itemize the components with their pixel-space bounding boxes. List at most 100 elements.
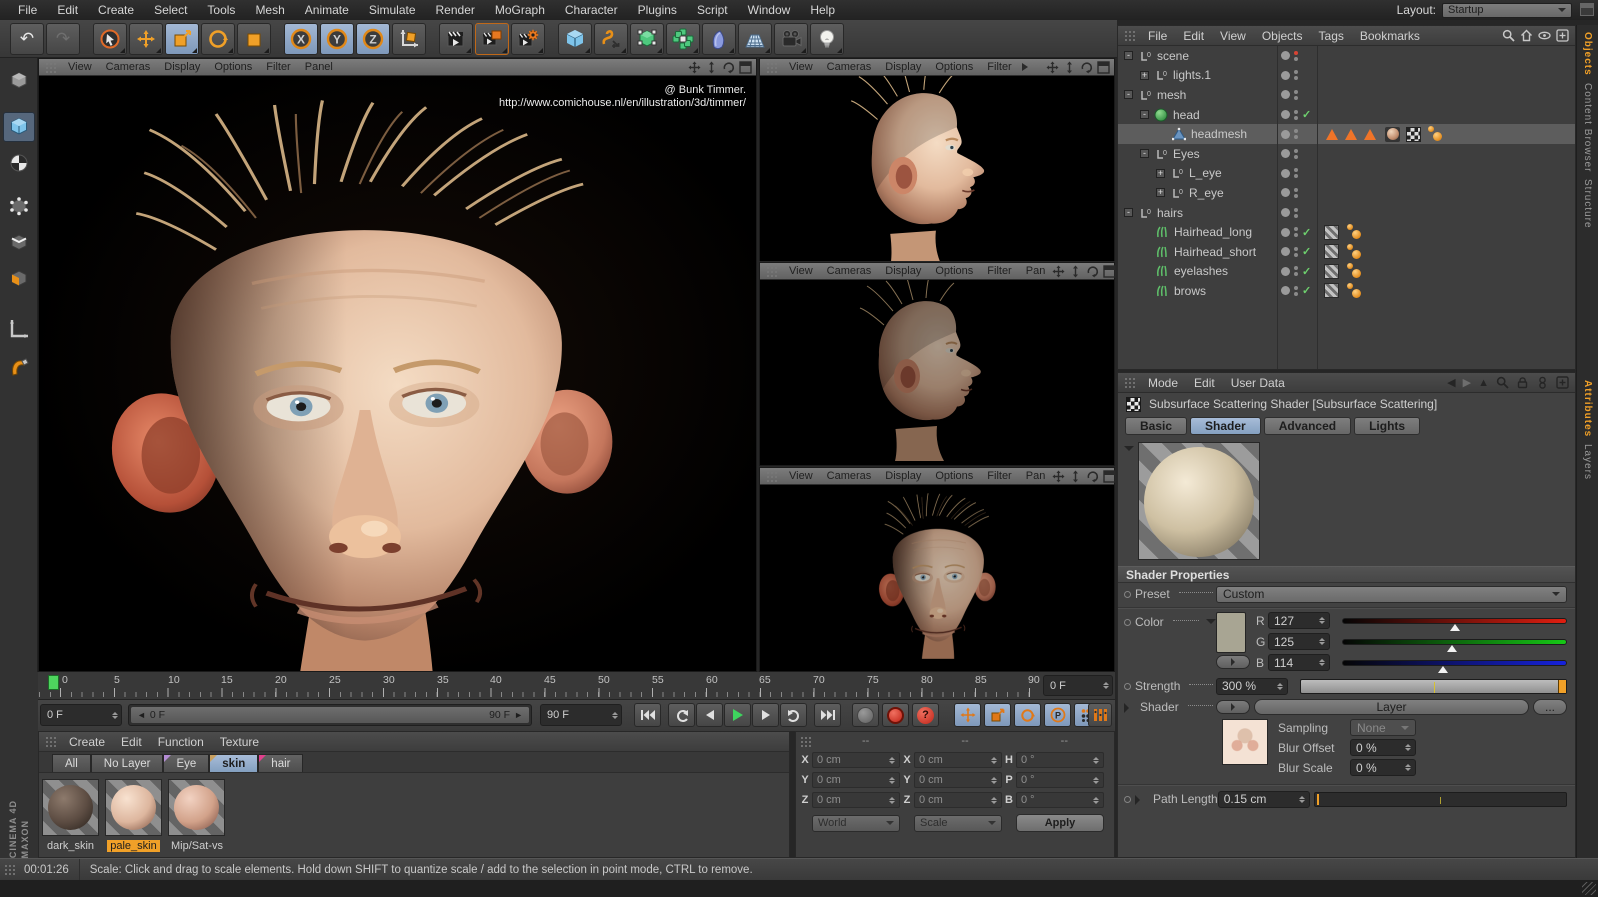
om-menu-file[interactable]: File — [1140, 29, 1175, 43]
toggle-view-icon[interactable] — [1103, 469, 1117, 483]
position-y-field[interactable]: 0 cm — [812, 772, 900, 788]
tree-row-hairhead-long[interactable]: Hairhead_long ✓ — [1118, 222, 1575, 242]
menu-plugins[interactable]: Plugins — [628, 3, 687, 17]
hair-tag[interactable] — [1346, 224, 1363, 240]
viewport-right-top[interactable]: View Cameras Display Options Filter — [759, 58, 1115, 261]
tree-row-r-eye[interactable]: + 0 R_eye — [1118, 183, 1575, 203]
rotate-view-icon[interactable] — [1086, 470, 1099, 483]
g-slider[interactable] — [1342, 638, 1567, 652]
viewport-menu-options[interactable]: Options — [928, 470, 980, 482]
material-thumbnail[interactable] — [105, 779, 162, 836]
viewport-menu-display[interactable]: Display — [157, 61, 207, 73]
phong-tag[interactable] — [1427, 126, 1444, 142]
coordinate-system-button[interactable] — [392, 22, 426, 55]
spinner[interactable] — [1271, 680, 1286, 693]
size-mode-dropdown[interactable]: Scale — [914, 814, 1002, 832]
hair-material-tag[interactable] — [1324, 283, 1339, 299]
viewport-canvas[interactable] — [760, 280, 1114, 465]
tree-row-eyelashes[interactable]: eyelashes ✓ — [1118, 262, 1575, 282]
layer-tab-hair[interactable]: hair — [258, 754, 304, 772]
viewport-menu-pan[interactable]: Pan — [1019, 265, 1053, 277]
render-settings-button[interactable] — [511, 22, 545, 55]
tab-advanced[interactable]: Advanced — [1263, 417, 1352, 435]
link-icon[interactable] — [1536, 376, 1549, 389]
visibility-dot[interactable] — [1281, 90, 1290, 100]
previous-frame-button[interactable] — [696, 703, 723, 727]
tree-row-brows[interactable]: brows ✓ — [1118, 281, 1575, 301]
viewport-menu-options[interactable]: Options — [928, 61, 980, 73]
keyframe-selection-button[interactable]: ? — [912, 703, 939, 727]
add-floor-button[interactable] — [738, 22, 772, 55]
size-y-field[interactable]: 0 cm — [914, 772, 1002, 788]
spinner[interactable] — [1313, 614, 1328, 627]
sampling-dropdown[interactable]: None — [1350, 719, 1416, 736]
menu-create[interactable]: Create — [88, 3, 144, 17]
tab-layers[interactable]: Layers — [1582, 444, 1593, 480]
visibility-dot[interactable] — [1281, 168, 1290, 178]
layer-tab-eye[interactable]: Eye — [163, 754, 210, 772]
viewport-canvas[interactable] — [760, 485, 1114, 670]
pan-view-icon[interactable] — [1052, 265, 1065, 278]
strength-slider[interactable] — [1300, 678, 1567, 694]
search-icon[interactable] — [1496, 376, 1509, 389]
edge-mode-button[interactable] — [3, 228, 35, 258]
spinner[interactable] — [1087, 794, 1102, 807]
viewport-menu-view[interactable]: View — [782, 265, 820, 277]
current-frame-field[interactable]: 0 F — [1043, 675, 1113, 696]
menu-simulate[interactable]: Simulate — [359, 3, 426, 17]
tree-row-headmesh[interactable]: headmesh — [1118, 124, 1575, 144]
position-z-field[interactable]: 0 cm — [812, 792, 900, 808]
rotate-view-icon[interactable] — [1086, 265, 1099, 278]
hair-tag[interactable] — [1346, 282, 1363, 299]
collapse-toggle[interactable]: - — [1140, 149, 1149, 159]
mat-menu-texture[interactable]: Texture — [212, 735, 267, 749]
menu-window[interactable]: Window — [738, 3, 801, 17]
spinner[interactable] — [1097, 679, 1112, 692]
layer-tab-no-layer[interactable]: No Layer — [90, 754, 164, 772]
shader-expand-icon[interactable] — [1124, 703, 1134, 713]
layer-shader-thumbnail[interactable] — [1222, 719, 1268, 765]
expand-toggle[interactable]: + — [1156, 168, 1165, 178]
material-mip-sat[interactable]: Mip/Sat-vs — [168, 779, 225, 854]
polygon-mode-button[interactable] — [3, 264, 35, 294]
redo-button[interactable]: ↷ — [46, 22, 80, 55]
viewport-canvas[interactable]: @ Bunk Timmer. http://www.comichouse.nl/… — [39, 76, 756, 671]
collapse-toggle[interactable]: - — [1124, 90, 1133, 100]
key-rotation-button[interactable] — [1014, 703, 1041, 727]
rotation-p-field[interactable]: 0 ° — [1016, 772, 1104, 788]
hair-material-tag[interactable] — [1324, 224, 1339, 240]
tree-row-hairhead-short[interactable]: Hairhead_short ✓ — [1118, 242, 1575, 262]
range-right-arrow-icon[interactable]: ► — [514, 710, 523, 720]
visibility-dot[interactable] — [1281, 227, 1290, 237]
size-x-field[interactable]: 0 cm — [914, 752, 1002, 768]
panel-grip[interactable] — [45, 736, 57, 747]
g-value-field[interactable]: 125 — [1268, 633, 1330, 650]
tab-basic[interactable]: Basic — [1125, 417, 1188, 435]
rotation-b-field[interactable]: 0 ° — [1016, 792, 1104, 808]
frame-input-field[interactable]: 0 F — [40, 704, 122, 726]
render-view-button[interactable] — [439, 22, 473, 55]
viewport-menu-filter[interactable]: Filter — [980, 61, 1018, 73]
shader-pill[interactable] — [1216, 700, 1250, 714]
mat-menu-create[interactable]: Create — [61, 735, 113, 749]
spinner[interactable] — [1399, 741, 1414, 754]
model-mode-button[interactable] — [2, 112, 35, 142]
menu-character[interactable]: Character — [555, 3, 628, 17]
apply-button[interactable]: Apply — [1016, 814, 1104, 832]
key-position-button[interactable] — [954, 703, 981, 727]
tab-shader[interactable]: Shader — [1190, 417, 1261, 435]
pan-view-icon[interactable] — [1052, 470, 1065, 483]
toggle-view-icon[interactable] — [1097, 60, 1110, 74]
resize-grip[interactable] — [1582, 882, 1596, 895]
menu-help[interactable]: Help — [800, 3, 845, 17]
spinner[interactable] — [1087, 774, 1102, 787]
eye-icon[interactable] — [1538, 29, 1551, 42]
viewport-right-bottom[interactable]: View Cameras Display Options Filter Pan — [759, 467, 1117, 672]
add-light-button[interactable] — [810, 22, 844, 55]
tab-objects[interactable]: Objects — [1582, 32, 1593, 76]
next-key-button[interactable] — [780, 703, 807, 727]
enabled-check-icon[interactable]: ✓ — [1302, 265, 1314, 278]
expand-toggle[interactable]: + — [1140, 70, 1149, 80]
om-menu-view[interactable]: View — [1212, 29, 1254, 43]
history-forward-icon[interactable]: ▶ — [1463, 376, 1471, 389]
